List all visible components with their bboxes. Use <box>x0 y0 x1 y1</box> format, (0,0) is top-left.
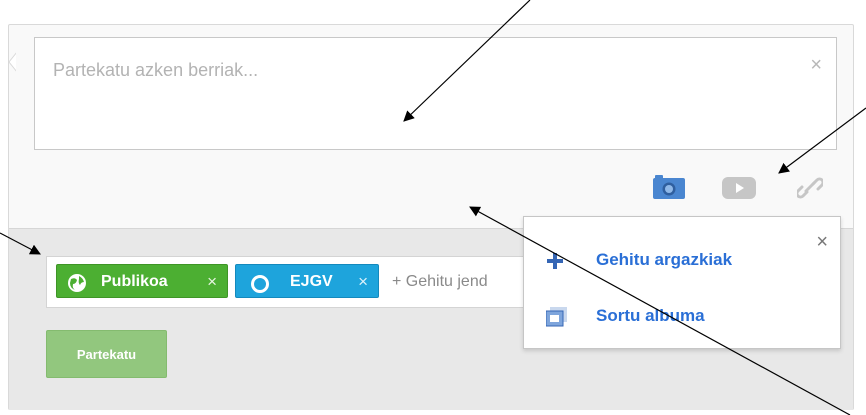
remove-public-button[interactable]: × <box>207 265 217 299</box>
circle-icon <box>250 273 270 307</box>
chip-ejgv-label: EJGV <box>290 273 333 290</box>
audience-chip-public[interactable]: Publikoa × <box>56 264 228 298</box>
post-textarea[interactable]: Partekatu azken berriak... × <box>34 37 837 150</box>
clear-post-button[interactable]: × <box>810 54 822 77</box>
add-video-button[interactable] <box>722 177 756 204</box>
card-notch <box>8 52 16 72</box>
camera-icon <box>653 175 685 199</box>
album-icon <box>545 307 568 332</box>
add-photos-label: Gehitu argazkiak <box>596 250 733 269</box>
create-album-label: Sortu albuma <box>596 306 705 325</box>
close-photo-menu-button[interactable]: × <box>816 231 828 254</box>
video-icon <box>722 177 756 199</box>
audience-field[interactable]: Publikoa × EJGV × + Gehitu jend <box>46 256 606 308</box>
post-placeholder: Partekatu azken berriak... <box>53 60 259 80</box>
share-button[interactable]: Partekatu <box>46 330 167 378</box>
globe-icon <box>67 272 87 306</box>
plus-icon <box>546 252 564 275</box>
add-photos-item[interactable]: Gehitu argazkiak <box>546 250 806 272</box>
link-icon <box>795 177 825 199</box>
chip-public-label: Publikoa <box>101 273 168 290</box>
remove-ejgv-button[interactable]: × <box>358 265 368 299</box>
audience-chip-ejgv[interactable]: EJGV × <box>235 264 379 298</box>
create-album-item[interactable]: Sortu albuma <box>545 306 806 328</box>
add-photo-button[interactable] <box>652 174 686 205</box>
photo-menu: × Gehitu argazkiak Sortu albuma <box>523 216 841 349</box>
add-people-input[interactable]: + Gehitu jend <box>392 257 488 307</box>
add-link-button[interactable] <box>795 175 825 206</box>
